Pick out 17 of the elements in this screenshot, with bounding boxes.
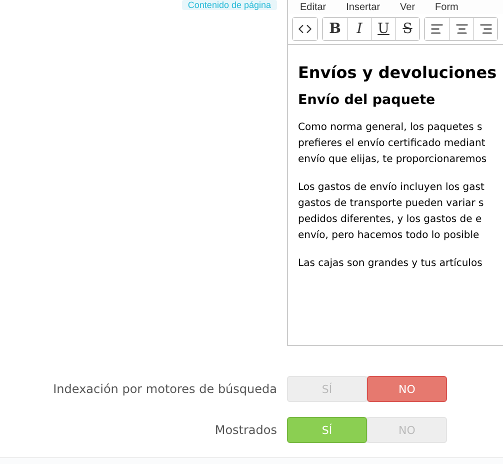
setting-label: Indexación por motores de búsqueda <box>52 382 277 396</box>
align-right-button[interactable] <box>473 18 497 40</box>
menu-item[interactable]: Form <box>435 2 458 12</box>
setting-label: Mostrados <box>214 423 277 437</box>
menu-item[interactable]: Editar <box>300 2 326 12</box>
field-label: Contenido de página <box>182 0 277 10</box>
align-right-icon <box>478 22 492 36</box>
menu-item[interactable]: Ver <box>400 2 416 12</box>
code-view-icon <box>298 22 312 36</box>
align-left-icon <box>430 22 444 36</box>
subheading: Envío del paquete <box>298 92 436 108</box>
paragraph: Como norma general, los paquetes s prefieres el envío certificado mediant envío que elijas, te proporcionaremos <box>298 121 488 167</box>
menu-item[interactable]: Insertar <box>346 2 380 12</box>
align-center-icon <box>454 22 468 36</box>
paragraph: Las cajas son grandes y tus artículos <box>298 257 484 271</box>
paragraph: Los gastos de envío incluyen los gast gastos de transporte pueden variar s pedidos diferentes, y los gastos de e envío, pero hacemos todo lo posible <box>298 181 486 243</box>
strike-button[interactable]: S <box>395 18 419 40</box>
